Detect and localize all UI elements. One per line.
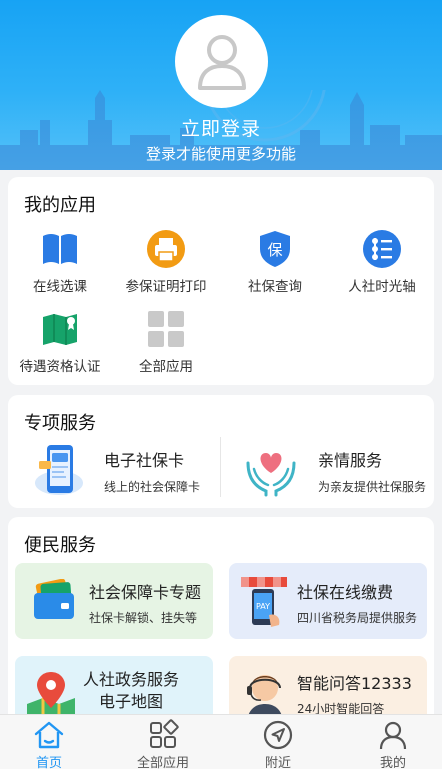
avatar[interactable] — [175, 15, 268, 108]
convenience-services-title: 便民服务 — [24, 535, 96, 556]
tile-title: 人社政务服务 — [83, 670, 180, 689]
convenience-services-card: 便民服务 社会保障卡专题 社保卡解锁、挂失等 PAY 社保在线缴费 四川省税务局… — [8, 517, 434, 727]
nav-label: 首页 — [35, 756, 62, 769]
service-title: 亲情服务 — [318, 451, 383, 470]
app-label: 在线选课 — [33, 279, 87, 295]
tile-social-card-topic[interactable]: 社会保障卡专题 社保卡解锁、挂失等 — [15, 563, 213, 639]
shield-icon: 保 — [260, 231, 290, 267]
tile-subtitle: 四川省税务局提供服务 — [297, 611, 418, 625]
header-banner: 立即登录 登录才能使用更多功能 — [0, 0, 442, 170]
user-placeholder-icon — [197, 34, 246, 90]
service-family[interactable]: 亲情服务 为亲友提供社保服务 — [222, 443, 434, 501]
pay-store-icon: PAY — [241, 577, 287, 627]
service-e-social-card[interactable]: 电子社保卡 线上的社会保障卡 — [8, 443, 218, 501]
app-eligibility-certification[interactable]: 待遇资格认证 — [8, 309, 112, 375]
service-subtitle: 为亲友提供社保服务 — [318, 480, 427, 494]
app-online-course[interactable]: 在线选课 — [8, 229, 112, 295]
tile-online-payment[interactable]: PAY 社保在线缴费 四川省税务局提供服务 — [229, 563, 427, 639]
nav-label: 全部应用 — [136, 756, 189, 769]
app-label: 人社时光轴 — [348, 279, 416, 295]
tile-title: 智能问答12333 — [297, 674, 412, 693]
app-timeline[interactable]: 人社时光轴 — [330, 229, 434, 295]
login-subtitle: 登录才能使用更多功能 — [145, 145, 296, 163]
nav-label: 我的 — [379, 756, 406, 769]
home-icon — [34, 721, 64, 749]
my-apps-card: 我的应用 在线选课 参保证明打印 保 社保查询 人社时光轴 待遇资格认证 全部应… — [8, 177, 434, 385]
apps-icon — [150, 719, 179, 748]
divider — [220, 437, 221, 497]
map-pin-icon — [27, 672, 75, 720]
book-icon — [43, 234, 77, 264]
grid-icon — [148, 311, 184, 347]
timeline-icon — [363, 230, 401, 268]
svg-text:PAY: PAY — [256, 602, 270, 611]
nav-all-apps[interactable]: 全部应用 — [108, 719, 218, 769]
nav-home[interactable]: 首页 — [0, 719, 104, 769]
certify-map-icon — [43, 314, 77, 345]
special-services-card: 专项服务 电子社保卡 线上的社会保障卡 亲情服务 为亲友提供社保服务 — [8, 395, 434, 508]
printer-icon — [147, 230, 185, 268]
app-all-apps[interactable]: 全部应用 — [114, 309, 218, 375]
svg-text:保: 保 — [267, 241, 282, 259]
phone-card-icon — [35, 445, 83, 495]
app-social-security-query[interactable]: 保 社保查询 — [223, 229, 327, 295]
tile-subtitle: 社保卡解锁、挂失等 — [89, 611, 198, 625]
login-link[interactable]: 立即登录 — [0, 114, 442, 141]
nav-nearby[interactable]: 附近 — [223, 719, 333, 769]
tile-title-line2: 电子地图 — [99, 692, 164, 711]
wallet-card-icon — [34, 579, 74, 619]
nav-label: 附近 — [264, 756, 291, 769]
tile-title: 社会保障卡专题 — [89, 583, 202, 602]
user-icon — [379, 721, 407, 750]
app-label: 社保查询 — [248, 279, 302, 295]
special-services-title: 专项服务 — [24, 413, 96, 434]
app-label: 全部应用 — [139, 359, 193, 375]
app-label: 参保证明打印 — [125, 279, 207, 295]
my-apps-title: 我的应用 — [24, 195, 96, 216]
nav-mine[interactable]: 我的 — [338, 719, 442, 769]
compass-icon — [263, 720, 293, 750]
bottom-nav: 首页 全部应用 附近 我的 — [0, 714, 442, 769]
app-insurance-proof-print[interactable]: 参保证明打印 — [114, 229, 218, 295]
service-title: 电子社保卡 — [104, 451, 185, 470]
app-label: 待遇资格认证 — [19, 359, 101, 375]
tile-title: 社保在线缴费 — [297, 583, 394, 602]
heart-hands-icon — [246, 453, 296, 497]
service-subtitle: 线上的社会保障卡 — [104, 480, 201, 494]
